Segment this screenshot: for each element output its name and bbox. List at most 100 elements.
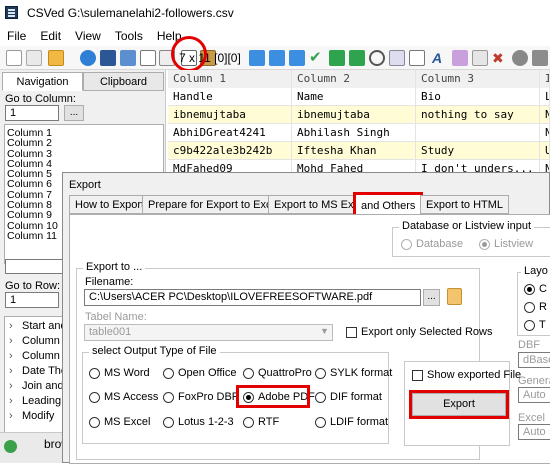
- table-row[interactable]: ibnemujtaba ibnemujtaba nothing to say N: [168, 106, 550, 124]
- table-icon[interactable]: [472, 50, 488, 66]
- dif-label: DIF format: [330, 391, 382, 403]
- open-office-label: Open Office: [178, 367, 237, 379]
- dbf-version-select[interactable]: dBase: [518, 352, 550, 368]
- column-header[interactable]: Column 2: [292, 70, 416, 88]
- goto-row-input[interactable]: 1: [5, 292, 59, 308]
- quattropro-radio[interactable]: [243, 368, 254, 379]
- print-icon[interactable]: [140, 50, 156, 66]
- sheet-icon[interactable]: [409, 50, 425, 66]
- settings-icon[interactable]: [532, 50, 548, 66]
- column-header[interactable]: Column 1: [168, 70, 292, 88]
- ldif-radio[interactable]: [315, 417, 326, 428]
- open-folder-icon[interactable]: [48, 50, 64, 66]
- table-cell[interactable]: Handle: [168, 88, 292, 106]
- tools-icon[interactable]: ✖: [492, 50, 508, 66]
- table-row[interactable]: AbhiDGreat4241 Abhilash Singh N: [168, 124, 550, 142]
- search-icon[interactable]: [369, 50, 385, 66]
- column-header[interactable]: I: [540, 70, 550, 88]
- listview-radio[interactable]: [479, 239, 490, 250]
- table-cell[interactable]: Study: [416, 142, 540, 160]
- menu-edit[interactable]: Edit: [33, 26, 68, 46]
- menu-file[interactable]: File: [0, 26, 33, 46]
- tab-export-html[interactable]: Export to HTML: [420, 195, 510, 214]
- export-to-title: Export to ...: [83, 261, 146, 273]
- excel-version-select[interactable]: Auto: [518, 424, 550, 440]
- filename-input[interactable]: C:\Users\ACER PC\Desktop\ILOVEFREESOFTWA…: [84, 289, 421, 306]
- goto-column-browse-button[interactable]: ...: [64, 105, 84, 121]
- tab-prepare-excel[interactable]: Prepare for Export to Excel: [142, 195, 287, 214]
- table-cell[interactable]: Name: [292, 88, 416, 106]
- menu-view[interactable]: View: [68, 26, 108, 46]
- table-name-input[interactable]: table001: [84, 324, 333, 341]
- font-icon[interactable]: A: [432, 50, 448, 66]
- move-up-icon[interactable]: [289, 50, 305, 66]
- table-cell[interactable]: Abhilash Singh: [292, 124, 416, 142]
- sylk-radio[interactable]: [315, 368, 326, 379]
- export-button[interactable]: Export: [412, 393, 506, 416]
- rtf-label: RTF: [258, 416, 280, 428]
- table-cell[interactable]: AbhiDGreat4241: [168, 124, 292, 142]
- table-cell[interactable]: N: [540, 124, 550, 142]
- check-icon[interactable]: ✔: [309, 50, 325, 66]
- layout-radio-t[interactable]: [524, 320, 535, 331]
- lotus-radio[interactable]: [163, 417, 174, 428]
- menu-tools[interactable]: Tools: [108, 26, 150, 46]
- table-cell[interactable]: ibnemujtaba: [168, 106, 292, 124]
- check-all-icon[interactable]: [349, 50, 365, 66]
- export-selected-checkbox[interactable]: [346, 327, 357, 338]
- foxpro-radio[interactable]: [163, 392, 174, 403]
- check-box-icon[interactable]: [329, 50, 345, 66]
- layout-radio-c[interactable]: [524, 284, 535, 295]
- table-cell[interactable]: U: [540, 142, 550, 160]
- grid-icon[interactable]: [389, 50, 405, 66]
- tab-and-others[interactable]: and Others: [353, 192, 424, 215]
- table-cell[interactable]: L: [540, 88, 550, 106]
- table-cell[interactable]: Bio: [416, 88, 540, 106]
- list-item[interactable]: › Start and: [9, 320, 67, 332]
- save-as-icon[interactable]: [120, 50, 136, 66]
- gear-icon[interactable]: [512, 50, 528, 66]
- table-cell[interactable]: c9b422ale3b242b: [168, 142, 292, 160]
- table-cell[interactable]: ibnemujtaba: [292, 106, 416, 124]
- edit-icon[interactable]: [452, 50, 468, 66]
- folder-icon[interactable]: [447, 288, 462, 305]
- general-label: Genera: [518, 375, 550, 387]
- ms-excel-radio[interactable]: [89, 417, 100, 428]
- open-office-radio[interactable]: [163, 368, 174, 379]
- adobe-pdf-highlight: [236, 385, 310, 408]
- goto-column-label: Go to Column:: [5, 93, 76, 105]
- table-cell[interactable]: [416, 124, 540, 142]
- ms-excel-label: MS Excel: [104, 416, 151, 428]
- show-exported-checkbox[interactable]: [412, 370, 423, 381]
- tab-how-to-export[interactable]: How to Export: [69, 195, 151, 214]
- filename-browse-button[interactable]: ...: [423, 289, 440, 306]
- new-template-icon[interactable]: [26, 50, 42, 66]
- move-right-icon[interactable]: [269, 50, 285, 66]
- table-cell[interactable]: Iftesha Khan: [292, 142, 416, 160]
- tab-clipboard[interactable]: Clipboard: [83, 72, 164, 91]
- save-icon[interactable]: [100, 50, 116, 66]
- general-select[interactable]: Auto: [518, 387, 550, 403]
- list-item[interactable]: › Modify: [9, 410, 54, 422]
- goto-row-label: Go to Row:: [5, 280, 61, 292]
- reload-icon[interactable]: [80, 50, 96, 66]
- layout-title: Layo: [521, 265, 550, 277]
- table-row[interactable]: Handle Name Bio L: [168, 88, 550, 106]
- tab-navigation[interactable]: Navigation: [2, 72, 83, 91]
- table-name-dropdown-icon[interactable]: ▼: [320, 326, 329, 336]
- move-left-icon[interactable]: [249, 50, 265, 66]
- tab-page: Database or Listview input Database List…: [69, 214, 550, 464]
- goto-column-input[interactable]: 1: [5, 105, 59, 121]
- rtf-radio[interactable]: [243, 417, 254, 428]
- dif-radio[interactable]: [315, 392, 326, 403]
- database-radio[interactable]: [401, 239, 412, 250]
- layout-radio-r[interactable]: [524, 302, 535, 313]
- table-row[interactable]: c9b422ale3b242b Iftesha Khan Study U: [168, 142, 550, 160]
- data-grid: Column 1 Column 2 Column 3 I Handle Name…: [168, 70, 550, 178]
- table-cell[interactable]: nothing to say: [416, 106, 540, 124]
- ms-access-radio[interactable]: [89, 392, 100, 403]
- new-file-icon[interactable]: [6, 50, 22, 66]
- ms-word-radio[interactable]: [89, 368, 100, 379]
- column-header[interactable]: Column 3: [416, 70, 540, 88]
- table-cell[interactable]: N: [540, 106, 550, 124]
